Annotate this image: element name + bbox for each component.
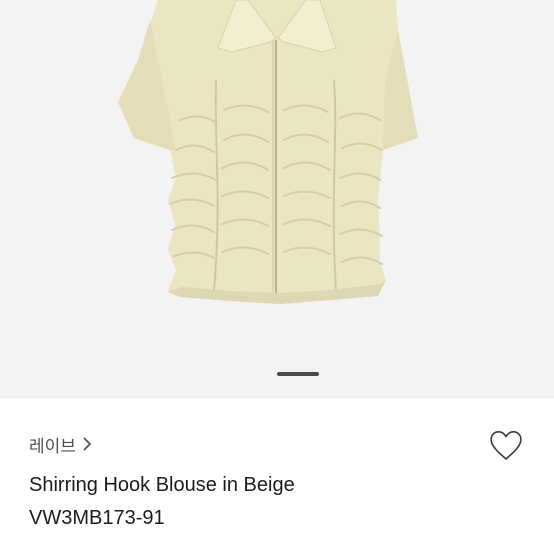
product-title: Shirring Hook Blouse in Beige [29, 474, 295, 496]
page-indicator [277, 372, 319, 376]
heart-outline-icon [490, 430, 522, 460]
product-code: VW3MB173-91 [29, 507, 165, 529]
product-image-gallery[interactable] [0, 0, 554, 397]
brand-name: 레이브 [29, 436, 76, 457]
product-image[interactable] [0, 0, 554, 397]
chevron-right-icon [83, 437, 91, 451]
wishlist-button[interactable] [486, 426, 526, 464]
brand-link[interactable]: 레이브 [29, 433, 92, 457]
